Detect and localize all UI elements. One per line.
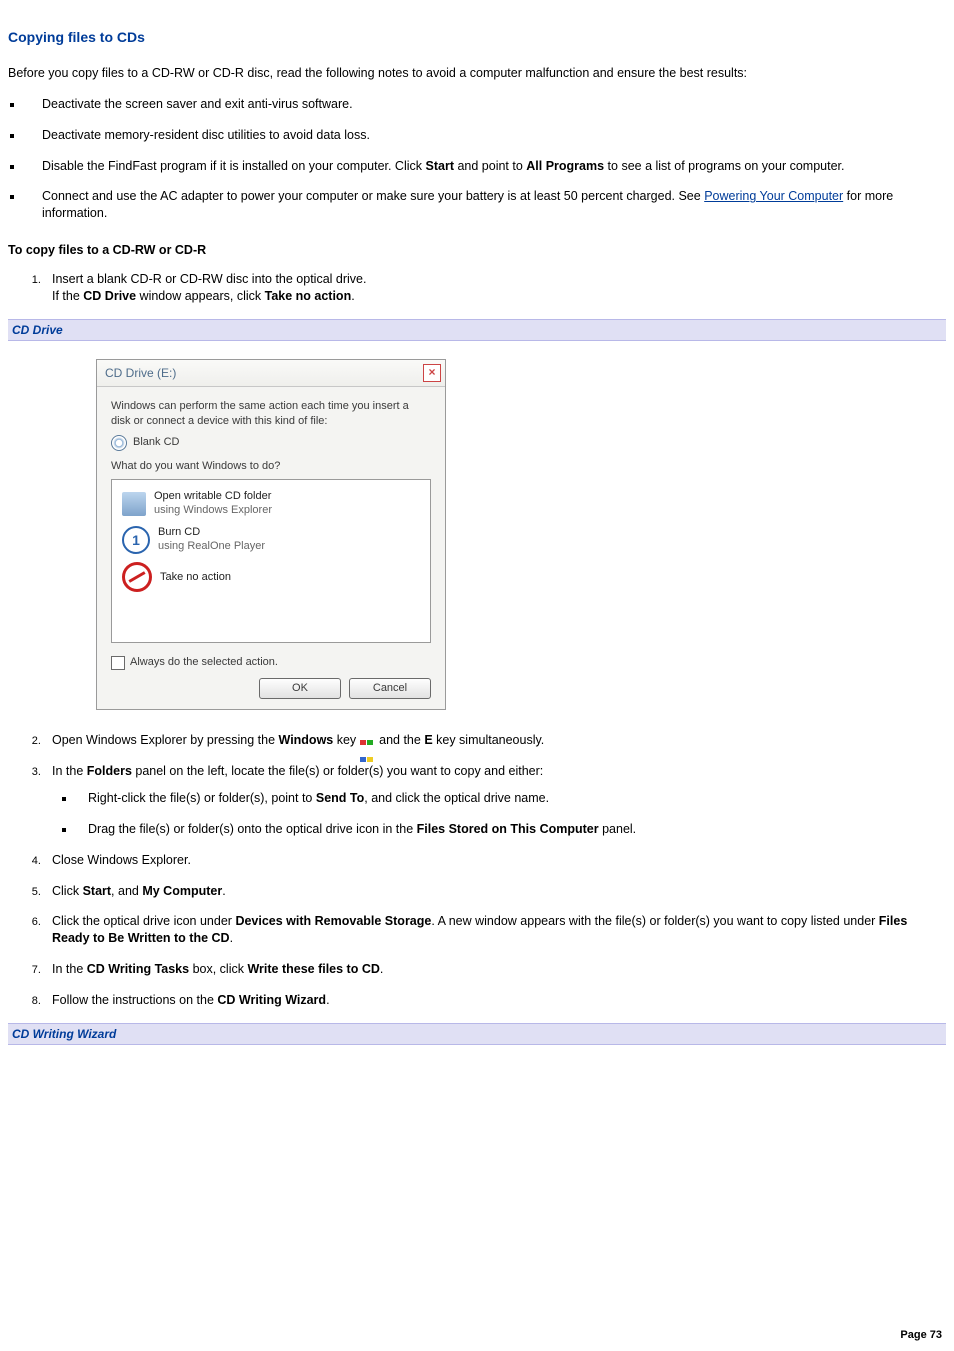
- blank-cd-label: Blank CD: [133, 435, 179, 450]
- no-action-icon: [122, 562, 152, 592]
- note-item: Connect and use the AC adapter to power …: [24, 188, 946, 222]
- powering-computer-link[interactable]: Powering Your Computer: [704, 189, 843, 203]
- steps-list: Insert a blank CD-R or CD-RW disc into t…: [8, 271, 946, 305]
- always-do-checkbox[interactable]: [111, 656, 125, 670]
- notes-list: Deactivate the screen saver and exit ant…: [8, 96, 946, 222]
- cancel-button[interactable]: Cancel: [349, 678, 431, 699]
- intro-paragraph: Before you copy files to a CD-RW or CD-R…: [8, 65, 946, 82]
- caption-cd-drive: CD Drive: [8, 319, 946, 341]
- dialog-options[interactable]: Open writable CD folder using Windows Ex…: [111, 479, 431, 643]
- windows-key-icon: [360, 734, 376, 748]
- dialog-title: CD Drive (E:): [105, 365, 176, 381]
- page-number: Page 73: [900, 1328, 942, 1343]
- step-3: In the Folders panel on the left, locate…: [44, 763, 946, 838]
- close-icon[interactable]: ×: [423, 364, 441, 382]
- step-1: Insert a blank CD-R or CD-RW disc into t…: [44, 271, 946, 305]
- option-burn-cd[interactable]: 1 Burn CD using RealOne Player: [118, 522, 424, 558]
- steps-list-cont: Open Windows Explorer by pressing the Wi…: [8, 732, 946, 1009]
- step-3-sub2: Drag the file(s) or folder(s) onto the o…: [76, 821, 946, 838]
- note-item: Deactivate the screen saver and exit ant…: [24, 96, 946, 113]
- step-7: In the CD Writing Tasks box, click Write…: [44, 961, 946, 978]
- step-5: Click Start, and My Computer.: [44, 883, 946, 900]
- step-3-sub1: Right-click the file(s) or folder(s), po…: [76, 790, 946, 807]
- option-take-no-action[interactable]: Take no action: [118, 558, 424, 596]
- ok-button[interactable]: OK: [259, 678, 341, 699]
- step-6: Click the optical drive icon under Devic…: [44, 913, 946, 947]
- step-8: Follow the instructions on the CD Writin…: [44, 992, 946, 1009]
- caption-cd-writing-wizard: CD Writing Wizard: [8, 1023, 946, 1045]
- cd-drive-dialog-image: CD Drive (E:) × Windows can perform the …: [96, 359, 946, 710]
- step-2: Open Windows Explorer by pressing the Wi…: [44, 732, 946, 749]
- cd-icon: [111, 435, 127, 451]
- page-title: Copying files to CDs: [8, 28, 946, 47]
- option-open-folder[interactable]: Open writable CD folder using Windows Ex…: [118, 486, 424, 521]
- dialog-question: What do you want Windows to do?: [111, 459, 431, 474]
- folder-icon: [122, 492, 146, 516]
- burn-icon: 1: [122, 526, 150, 554]
- dialog-intro: Windows can perform the same action each…: [111, 399, 431, 429]
- procedure-title: To copy files to a CD-RW or CD-R: [8, 242, 946, 259]
- step-4: Close Windows Explorer.: [44, 852, 946, 869]
- note-item: Disable the FindFast program if it is in…: [24, 158, 946, 175]
- note-item: Deactivate memory-resident disc utilitie…: [24, 127, 946, 144]
- always-do-label: Always do the selected action.: [130, 655, 278, 670]
